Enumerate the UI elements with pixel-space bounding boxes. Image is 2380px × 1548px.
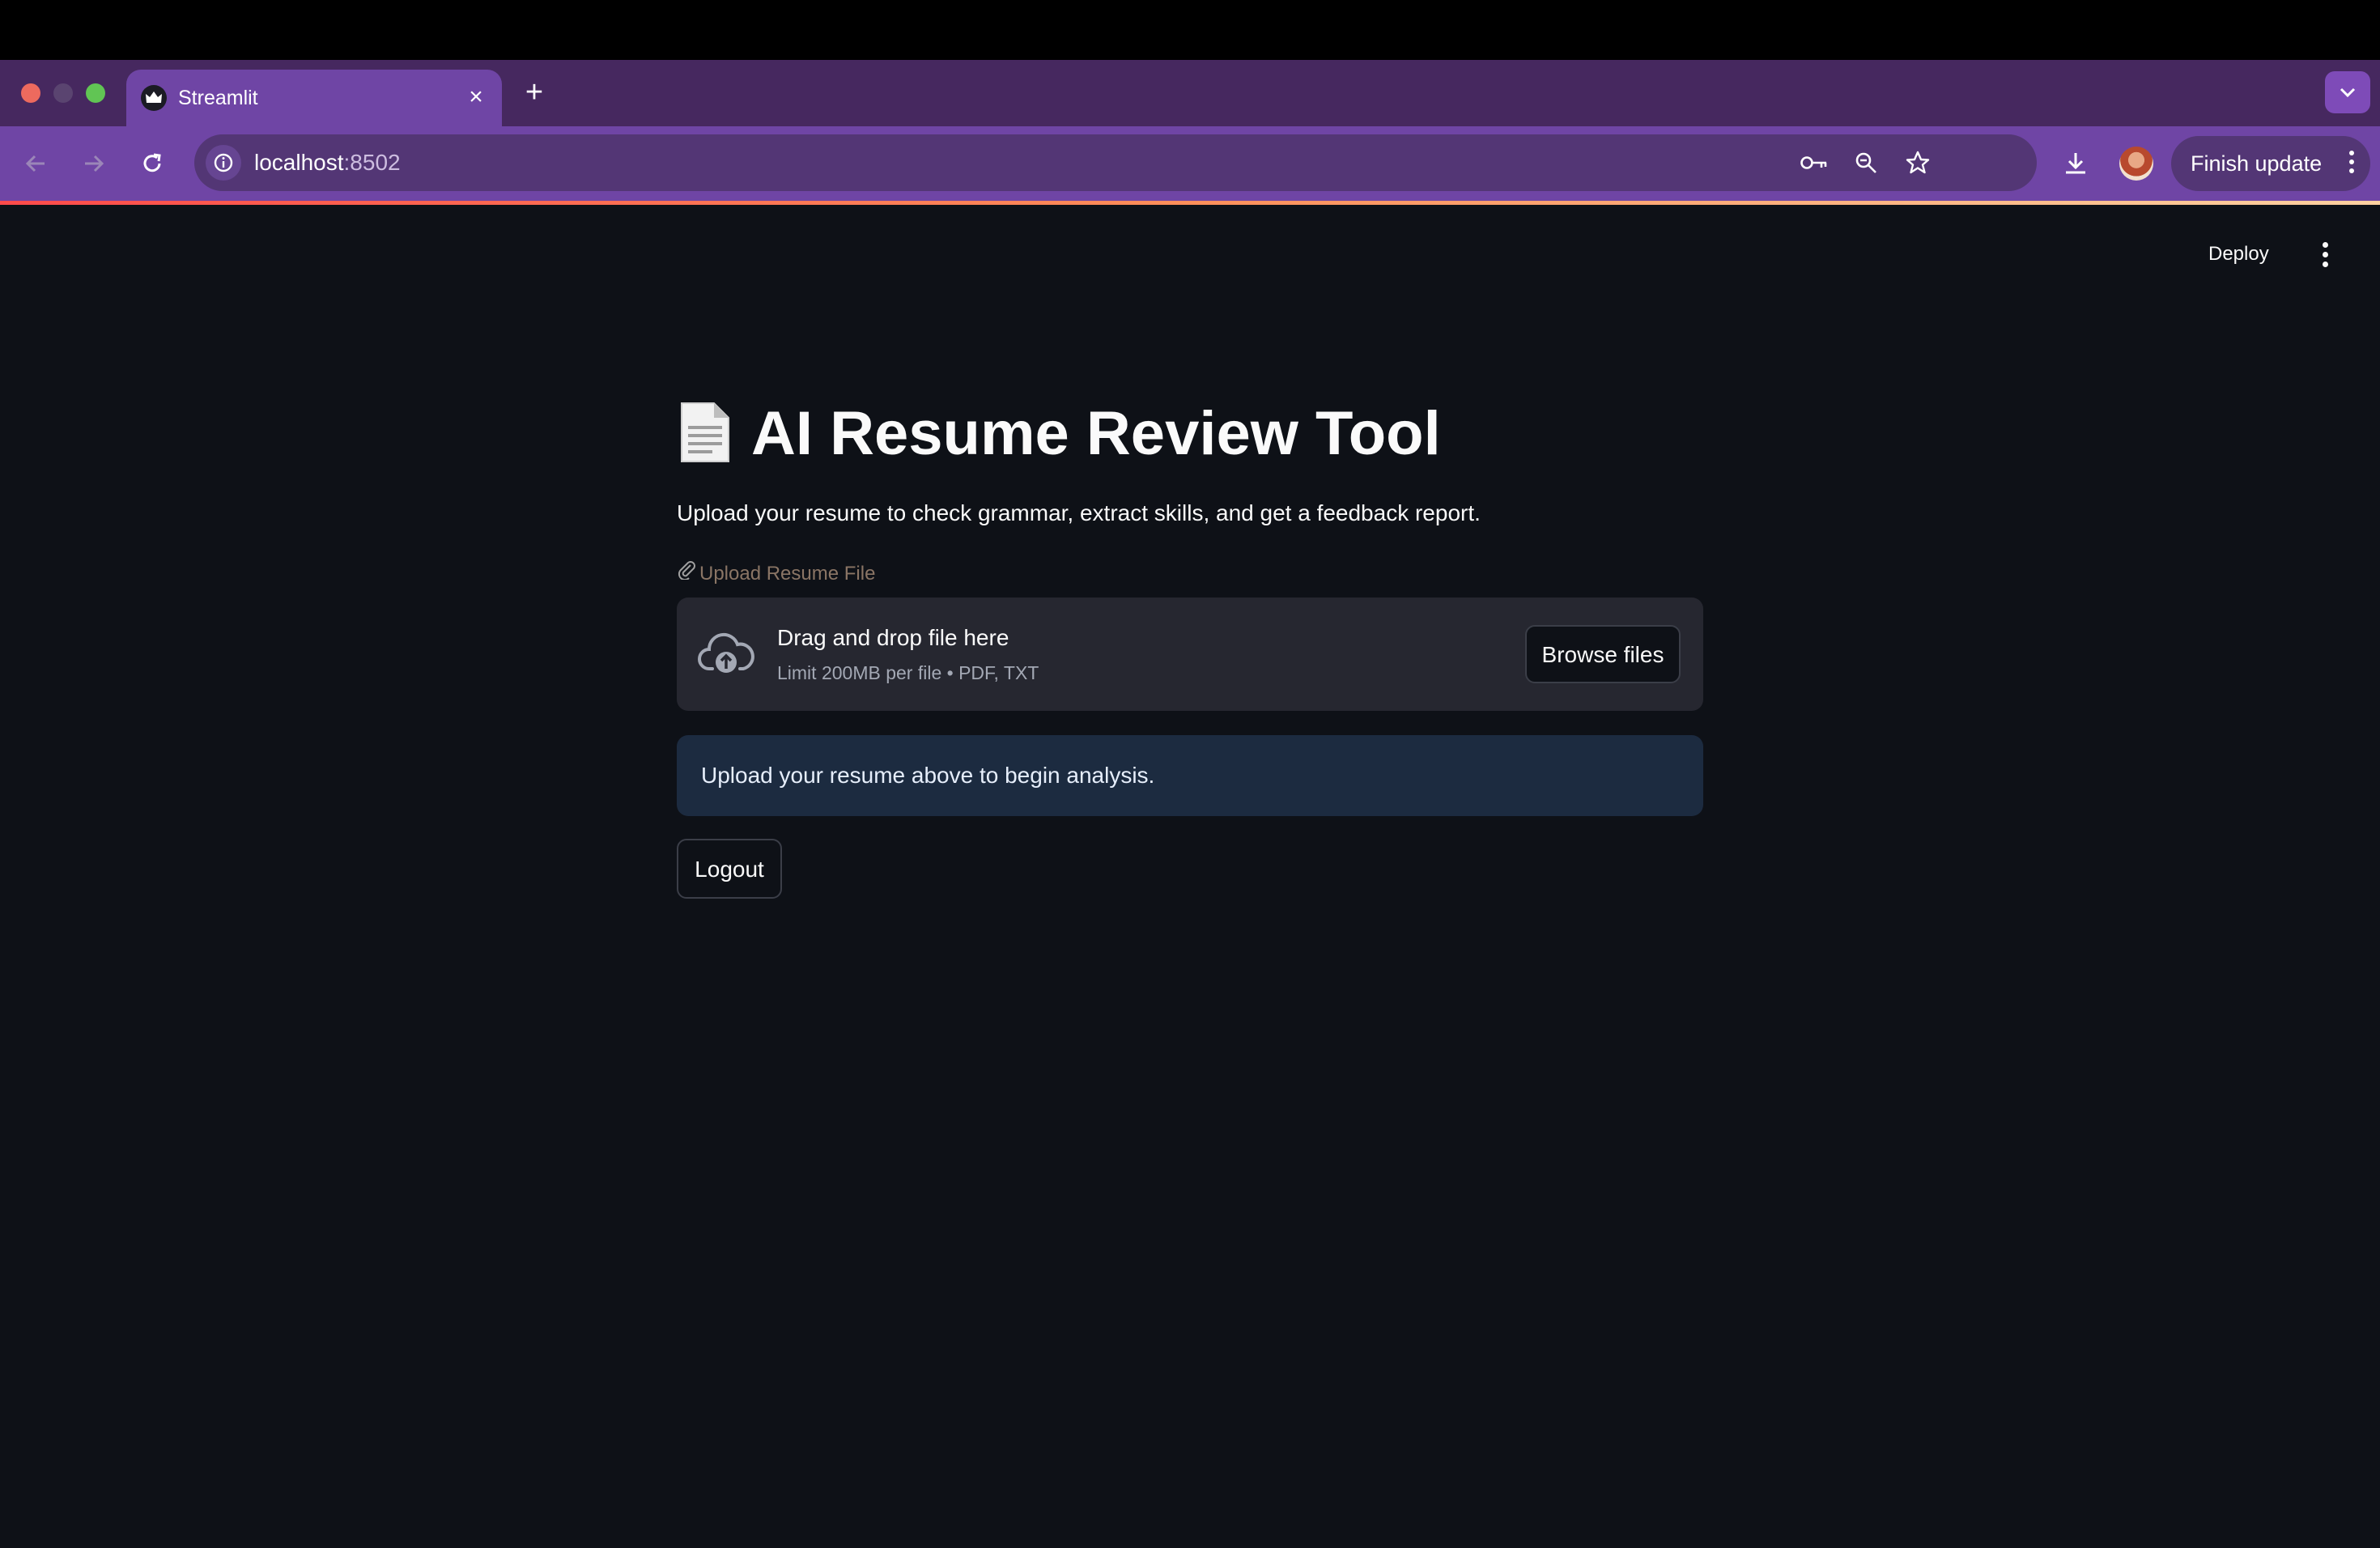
- window-minimize-button[interactable]: [53, 83, 73, 103]
- screen-top-bezel: [0, 0, 2380, 60]
- page-title: AI Resume Review Tool: [751, 399, 1441, 468]
- file-dropzone[interactable]: Drag and drop file here Limit 200MB per …: [677, 598, 1703, 711]
- file-uploader-label: Upload Resume File: [677, 559, 875, 589]
- browser-tab-active[interactable]: Streamlit ×: [126, 70, 502, 126]
- downloads-icon[interactable]: [2058, 146, 2093, 181]
- finish-update-button[interactable]: Finish update: [2171, 136, 2370, 191]
- zoom-magnifier-icon[interactable]: [1849, 146, 1883, 180]
- dropzone-instructions: Drag and drop file here: [777, 625, 1009, 650]
- main-menu-kebab-icon[interactable]: [2310, 240, 2340, 269]
- info-alert: Upload your resume above to begin analys…: [677, 735, 1703, 816]
- streamlit-crown-icon: [141, 85, 167, 111]
- page-description: Upload your resume to check grammar, ext…: [677, 500, 1481, 525]
- reload-icon[interactable]: [133, 144, 172, 183]
- chrome-menu-dots-icon[interactable]: [2349, 151, 2356, 176]
- browse-files-button[interactable]: Browse files: [1525, 625, 1681, 683]
- streamlit-decoration-bar: [0, 201, 2380, 205]
- cloud-upload-icon: [698, 630, 754, 678]
- dropzone-file-limit: Limit 200MB per file • PDF, TXT: [777, 662, 1039, 683]
- tab-search-chevron-down-icon[interactable]: [2325, 71, 2370, 113]
- tab-close-icon[interactable]: ×: [461, 83, 491, 112]
- back-arrow-icon[interactable]: [16, 144, 55, 183]
- profile-avatar[interactable]: [2119, 147, 2153, 181]
- logout-button[interactable]: Logout: [677, 839, 782, 899]
- window-zoom-button[interactable]: [86, 83, 105, 103]
- address-bar[interactable]: localhost:8502: [194, 134, 2037, 191]
- forward-arrow-icon[interactable]: [74, 144, 113, 183]
- password-key-icon[interactable]: [1797, 146, 1831, 180]
- deploy-button[interactable]: Deploy: [2208, 238, 2269, 270]
- url-text[interactable]: localhost:8502: [254, 134, 401, 191]
- tab-title: Streamlit: [178, 87, 258, 109]
- site-info-icon[interactable]: [206, 145, 241, 181]
- paperclip-icon: [677, 559, 696, 589]
- new-tab-plus-icon[interactable]: +: [518, 76, 550, 108]
- window-close-button[interactable]: [21, 83, 40, 103]
- page-facing-up-icon: [677, 400, 733, 465]
- bookmark-star-icon[interactable]: [1901, 146, 1935, 180]
